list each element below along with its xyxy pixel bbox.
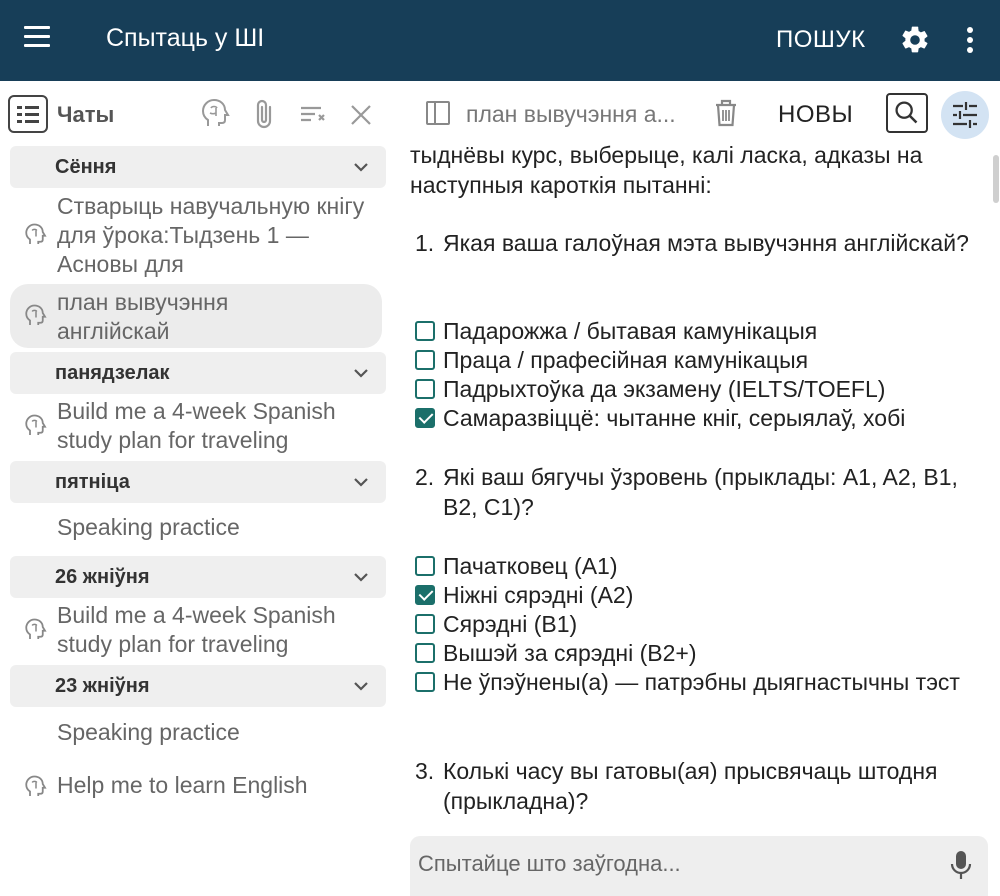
search-icon <box>895 101 918 124</box>
checkbox-checked[interactable] <box>415 585 435 605</box>
chat-item-selected[interactable]: план вывучэння англійскай <box>10 284 382 348</box>
chat-item[interactable]: Build me a 4-week Spanish study plan for… <box>10 397 382 459</box>
checkbox-checked[interactable] <box>415 408 435 428</box>
section-label: панядзелак <box>55 362 170 384</box>
chat-title: план вывучэння а... <box>466 101 676 127</box>
section-monday[interactable]: панядзелак <box>10 352 386 394</box>
checkbox[interactable] <box>415 643 435 663</box>
section-label: 23 жніўня <box>55 675 150 697</box>
scrollbar[interactable] <box>993 155 999 203</box>
chat-item[interactable]: Speaking practice <box>10 718 382 754</box>
option-label: Не ўпэўнены(а) — патрэбны дыягнастычны т… <box>443 669 960 695</box>
section-friday[interactable]: пятніца <box>10 461 386 503</box>
tune-icon <box>953 102 977 128</box>
more-vert-icon[interactable] <box>960 24 980 56</box>
checkbox[interactable] <box>415 614 435 634</box>
tune-button[interactable] <box>941 91 989 139</box>
option-label: Вышэй за сярэдні (B2+) <box>443 640 697 666</box>
checkbox[interactable] <box>415 379 435 399</box>
chat-item[interactable]: Help me to learn English <box>10 771 382 807</box>
brain-icon <box>25 775 47 796</box>
brain-icon <box>25 618 47 639</box>
chat-list-panel: Чаты Сёння Стварыць навучальную кнігу дл… <box>0 81 395 895</box>
chevron-down-icon[interactable] <box>352 364 370 382</box>
checkbox[interactable] <box>415 321 435 341</box>
chat-item-title: Help me to learn English <box>57 772 308 798</box>
chat-item-title: Стварыць навучальную кнігу для ўрока:Тыд… <box>57 193 365 277</box>
option-label: Падарожжа / бытавая камунікацыя <box>443 318 818 344</box>
question-text: Якая ваша галоўная мэта вывучэння англій… <box>443 230 969 256</box>
sidebar-toggle-icon[interactable] <box>426 101 450 125</box>
question-text: Колькі часу вы гатовы(ая) прысвячаць што… <box>443 758 938 814</box>
message-composer <box>410 836 988 896</box>
brain-icon <box>25 304 47 325</box>
chat-item-title: план вывучэння англійскай <box>57 289 229 344</box>
section-aug-26[interactable]: 26 жніўня <box>10 556 386 598</box>
section-label: Сёння <box>55 156 117 178</box>
message-input[interactable] <box>418 846 938 882</box>
message-content: тыднёвы курс, выберыце, калі ласка, адка… <box>410 141 985 831</box>
chat-item-title: Speaking practice <box>57 719 240 745</box>
option-label: Падрыхтоўка да экзамену (IELTS/TOEFL) <box>443 376 886 402</box>
chat-panel: план вывучэння а... НОВЫ тыднёвы курс, в… <box>395 81 1000 896</box>
new-chat-button[interactable]: НОВЫ <box>778 101 853 129</box>
message-intro: тыднёвы курс, выберыце, калі ласка, адка… <box>410 142 923 198</box>
chat-item-title: Build me a 4-week Spanish study plan for… <box>57 398 336 453</box>
attach-icon[interactable] <box>250 98 280 130</box>
section-label: пятніца <box>55 471 130 493</box>
brain-icon <box>25 414 47 435</box>
option-label: Сярэдні (B1) <box>443 611 578 637</box>
app-title: Спытаць у ШІ <box>106 24 265 52</box>
gear-icon[interactable] <box>899 24 931 56</box>
chevron-down-icon[interactable] <box>352 473 370 491</box>
chevron-down-icon[interactable] <box>352 677 370 695</box>
brain-icon[interactable] <box>201 98 231 130</box>
close-icon[interactable] <box>346 98 376 130</box>
chat-item-title: Build me a 4-week Spanish study plan for… <box>57 602 336 657</box>
section-today[interactable]: Сёння <box>10 146 386 188</box>
chat-item-title: Speaking practice <box>57 514 240 540</box>
chat-item[interactable]: Стварыць навучальную кнігу для ўрока:Тыд… <box>10 191 382 281</box>
option-label: Ніжні сярэдні (A2) <box>443 582 634 608</box>
app-bar: Спытаць у ШІ ПОШУК <box>0 0 1000 81</box>
clear-list-icon[interactable] <box>298 98 328 130</box>
chat-item[interactable]: Speaking practice <box>10 513 382 549</box>
chevron-down-icon[interactable] <box>352 158 370 176</box>
chevron-down-icon[interactable] <box>352 568 370 586</box>
chat-header: план вывучэння а... НОВЫ <box>395 81 1000 147</box>
search-button[interactable]: ПОШУК <box>776 26 866 54</box>
trash-icon[interactable] <box>713 98 739 128</box>
option-label: Самаразвіццё: чытанне кніг, серыялаў, хо… <box>443 405 906 431</box>
chat-list-header: Чаты <box>0 81 395 147</box>
checkbox[interactable] <box>415 672 435 692</box>
list-icon[interactable] <box>8 95 48 133</box>
menu-icon[interactable] <box>24 26 50 48</box>
brain-icon <box>25 223 47 244</box>
question-number: 3. <box>415 758 435 784</box>
section-label: 26 жніўня <box>55 566 150 588</box>
option-label: Пачатковец (A1) <box>443 553 618 579</box>
mic-icon[interactable] <box>950 848 972 882</box>
section-aug-23[interactable]: 23 жніўня <box>10 665 386 707</box>
question-number: 1. <box>415 230 435 256</box>
checkbox[interactable] <box>415 350 435 370</box>
question-text: Які ваш бягучы ўзровень (прыклады: A1, A… <box>443 464 958 520</box>
option-label: Праца / прафесійная камунікацыя <box>443 347 809 373</box>
chat-item[interactable]: Build me a 4-week Spanish study plan for… <box>10 601 382 663</box>
checkbox[interactable] <box>415 556 435 576</box>
question-number: 2. <box>415 464 435 490</box>
search-chat-button[interactable] <box>886 93 928 133</box>
chat-list-title: Чаты <box>57 102 115 127</box>
